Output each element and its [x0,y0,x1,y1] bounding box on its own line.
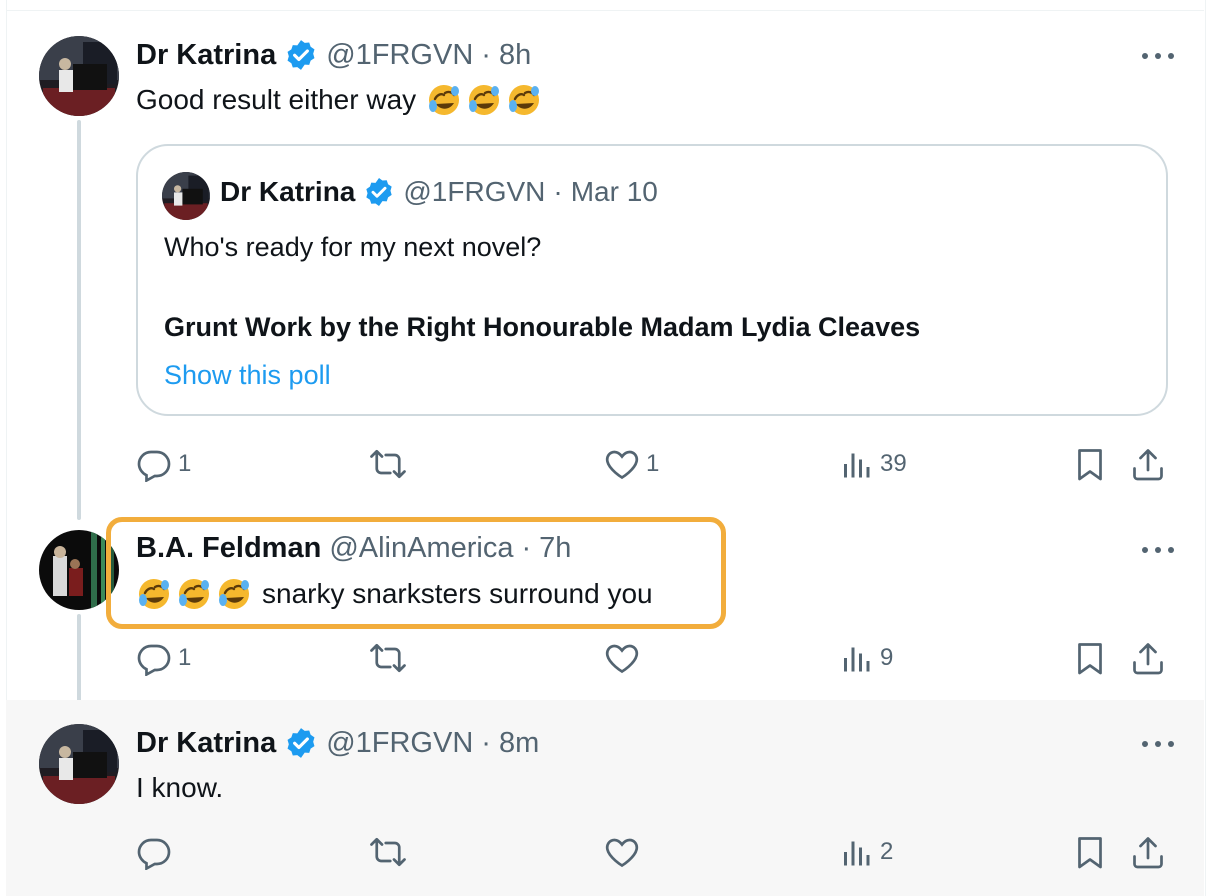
more-icon[interactable] [1142,734,1174,754]
quoted-timestamp: Mar 10 [570,176,658,207]
views-icon [838,640,874,676]
reply-count: 1 [178,644,192,671]
laughing-emoji-icon [506,82,542,118]
reply-icon [136,446,172,482]
quoted-text-line: Who's ready for my next novel? [164,232,542,262]
separator: · [553,176,563,207]
author-name[interactable]: Dr Katrina [136,39,276,72]
reply-icon [136,834,172,870]
like-icon [604,446,640,482]
like-button[interactable] [604,832,646,872]
show-poll-link[interactable]: Show this poll [164,360,331,391]
tweet-header: Dr Katrina @1FRGVN · 8m [136,726,539,760]
share-button[interactable] [1130,832,1166,872]
tweet-header: B.A. Feldman @AlinAmerica · 7h [136,532,571,565]
timestamp[interactable]: 8m [499,727,539,760]
bookmark-button[interactable] [1072,444,1108,484]
laughing-emoji-icon [466,82,502,118]
like-icon [604,640,640,676]
views-icon [838,446,874,482]
verified-badge-icon [284,726,318,760]
tweet-text: Good result either way [136,82,546,118]
tweet-actions: 2 [136,832,1176,872]
tweet-text-content: Good result either way [136,84,417,115]
views-count: 9 [880,644,894,671]
share-button[interactable] [1130,444,1166,484]
thread-line [77,120,81,520]
verified-badge-icon [284,38,318,72]
reply-count: 1 [178,450,192,477]
emoji-group [136,576,256,612]
views-count: 39 [880,450,907,477]
bookmark-button[interactable] [1072,832,1108,872]
views-button[interactable]: 2 [838,832,893,872]
views-icon [838,834,874,870]
author-handle[interactable]: @1FRGVN [326,39,473,72]
separator: · [481,38,491,71]
retweet-button[interactable] [370,638,412,678]
author-handle[interactable]: @1FRGVN [326,727,473,760]
tweet-text-content: snarky snarksters surround you [262,578,653,609]
views-count: 2 [880,838,894,865]
quoted-text-bold: Grunt Work by the Right Honourable Madam… [164,312,921,342]
reply-button[interactable] [136,832,178,872]
quoted-avatar[interactable] [162,172,210,220]
tweet-text: I know. [136,772,224,803]
emoji-group [426,82,546,118]
more-icon[interactable] [1142,540,1174,560]
more-icon[interactable] [1142,46,1174,66]
bookmark-button[interactable] [1072,638,1108,678]
timestamp[interactable]: 8h [499,39,531,72]
reply-icon [136,640,172,676]
tweet-actions: 1 1 39 [136,444,1176,484]
retweet-icon [370,640,406,676]
avatar[interactable] [39,724,119,804]
retweet-button[interactable] [370,444,412,484]
share-icon [1130,834,1166,870]
verified-badge-icon [363,176,395,208]
laughing-emoji-icon [176,576,212,612]
tweet-text: snarky snarksters surround you [136,576,653,612]
quoted-header: Dr Katrina @1FRGVN · Mar 10 [220,176,658,208]
like-count: 1 [646,450,660,477]
quoted-tweet[interactable]: Dr Katrina @1FRGVN · Mar 10 Who's ready … [136,144,1168,416]
laughing-emoji-icon [426,82,462,118]
reply-button[interactable]: 1 [136,638,191,678]
author-name[interactable]: B.A. Feldman [136,532,321,565]
separator: · [481,726,491,759]
author-handle[interactable]: @AlinAmerica [329,532,513,565]
like-button[interactable] [604,638,646,678]
views-button[interactable]: 39 [838,444,907,484]
retweet-button[interactable] [370,832,412,872]
timestamp[interactable]: 7h [539,532,571,565]
retweet-icon [370,834,406,870]
bookmark-icon [1072,640,1108,676]
laughing-emoji-icon [136,576,172,612]
tweet-header: Dr Katrina @1FRGVN · 8h [136,38,531,72]
quoted-author-name: Dr Katrina [220,176,356,207]
laughing-emoji-icon [216,576,252,612]
retweet-icon [370,446,406,482]
author-name[interactable]: Dr Katrina [136,727,276,760]
views-button[interactable]: 9 [838,638,893,678]
reply-button[interactable]: 1 [136,444,191,484]
share-button[interactable] [1130,638,1166,678]
divider [6,10,1204,11]
like-icon [604,834,640,870]
tweet-actions: 1 9 [136,638,1176,678]
separator: · [521,532,532,564]
bookmark-icon [1072,446,1108,482]
share-icon [1130,640,1166,676]
bookmark-icon [1072,834,1108,870]
share-icon [1130,446,1166,482]
avatar[interactable] [39,36,119,116]
like-button[interactable]: 1 [604,444,659,484]
quoted-handle: @1FRGVN [403,176,546,207]
